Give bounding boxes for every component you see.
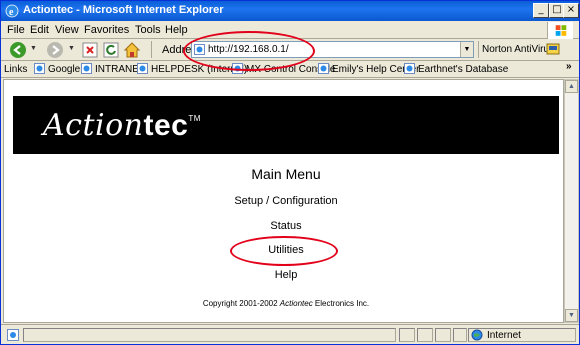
back-dropdown-icon[interactable]: ▼ xyxy=(30,45,37,52)
actiontec-banner: ActiontecTM xyxy=(13,96,559,154)
svg-text:e: e xyxy=(9,7,14,18)
page-status-icon xyxy=(7,329,19,341)
link-earthnets-database[interactable]: Earthnet's Database xyxy=(404,63,508,76)
status-link[interactable]: Status xyxy=(13,220,559,232)
ie-icon: e xyxy=(5,4,19,18)
windows-logo-icon xyxy=(547,22,573,39)
forward-dropdown-icon[interactable]: ▼ xyxy=(68,45,75,52)
ie-link-icon xyxy=(34,63,45,74)
stop-icon[interactable] xyxy=(81,41,99,59)
status-cell xyxy=(417,328,433,342)
main-menu-title: Main Menu xyxy=(251,166,321,182)
menu-view[interactable]: View xyxy=(55,24,79,36)
forward-icon[interactable] xyxy=(46,41,64,59)
help-link[interactable]: Help xyxy=(13,269,559,281)
ie-link-icon xyxy=(81,63,92,74)
security-zone-label: Internet xyxy=(487,330,521,341)
vertical-scrollbar[interactable]: ▲ ▼ xyxy=(564,79,579,323)
setup-configuration-link[interactable]: Setup / Configuration xyxy=(13,195,559,207)
menu-file[interactable]: File xyxy=(7,24,25,36)
logo-bold: tec xyxy=(143,109,189,142)
browser-window: e Actiontec - Microsoft Internet Explore… xyxy=(0,0,580,345)
back-icon[interactable] xyxy=(9,41,27,59)
status-cell xyxy=(453,328,467,342)
minimize-button[interactable]: _ xyxy=(533,3,549,18)
ie-link-icon xyxy=(404,63,415,74)
scroll-up-icon[interactable]: ▲ xyxy=(565,80,578,93)
status-cell xyxy=(399,328,415,342)
copyright-text: Copyright 2001-2002 Actiontec Electronic… xyxy=(13,299,559,308)
actiontec-logo: ActiontecTM xyxy=(43,108,201,143)
scroll-down-icon[interactable]: ▼ xyxy=(565,309,578,322)
window-title: Actiontec - Microsoft Internet Explorer xyxy=(23,4,224,16)
link-intranet[interactable]: INTRANET xyxy=(81,63,145,76)
home-icon[interactable] xyxy=(123,41,141,59)
logo-light: Action xyxy=(43,108,144,143)
links-overflow-icon[interactable]: » xyxy=(566,61,572,72)
menu-help[interactable]: Help xyxy=(165,24,188,36)
router-page: ActiontecTM Main Menu Setup / Configurat… xyxy=(13,94,559,319)
address-highlight-ring xyxy=(183,31,315,71)
link-google[interactable]: Google xyxy=(34,63,80,76)
title-bar[interactable]: e Actiontec - Microsoft Internet Explore… xyxy=(1,1,579,21)
norton-icon[interactable] xyxy=(546,42,560,56)
status-cell xyxy=(435,328,451,342)
copyright-suffix: Electronics Inc. xyxy=(312,299,370,308)
globe-icon xyxy=(471,329,483,341)
close-button[interactable]: × xyxy=(563,3,579,18)
links-label: Links xyxy=(4,64,28,75)
logo-trademark: TM xyxy=(188,114,201,123)
link-label: Earthnet's Database xyxy=(418,64,509,75)
menu-tools[interactable]: Tools xyxy=(135,24,161,36)
toolbar-separator xyxy=(478,41,479,58)
ie-link-icon xyxy=(318,63,329,74)
copyright-prefix: Copyright 2001-2002 xyxy=(202,299,280,308)
status-text-cell xyxy=(23,328,396,342)
ie-link-icon xyxy=(137,63,148,74)
menu-edit[interactable]: Edit xyxy=(30,24,49,36)
utilities-highlight-ring xyxy=(230,236,338,266)
norton-antivirus-label[interactable]: Norton AntiVirus xyxy=(482,44,554,55)
link-label: Google xyxy=(48,64,81,75)
page-viewport: ActiontecTM Main Menu Setup / Configurat… xyxy=(3,79,564,323)
status-bar: Internet xyxy=(1,324,579,344)
zone-cell xyxy=(468,328,576,342)
toolbar-separator xyxy=(151,41,152,58)
copyright-brand: Actiontec xyxy=(279,299,313,308)
refresh-icon[interactable] xyxy=(102,41,120,59)
address-dropdown-icon[interactable]: ▼ xyxy=(460,42,473,57)
menu-favorites[interactable]: Favorites xyxy=(84,24,129,36)
